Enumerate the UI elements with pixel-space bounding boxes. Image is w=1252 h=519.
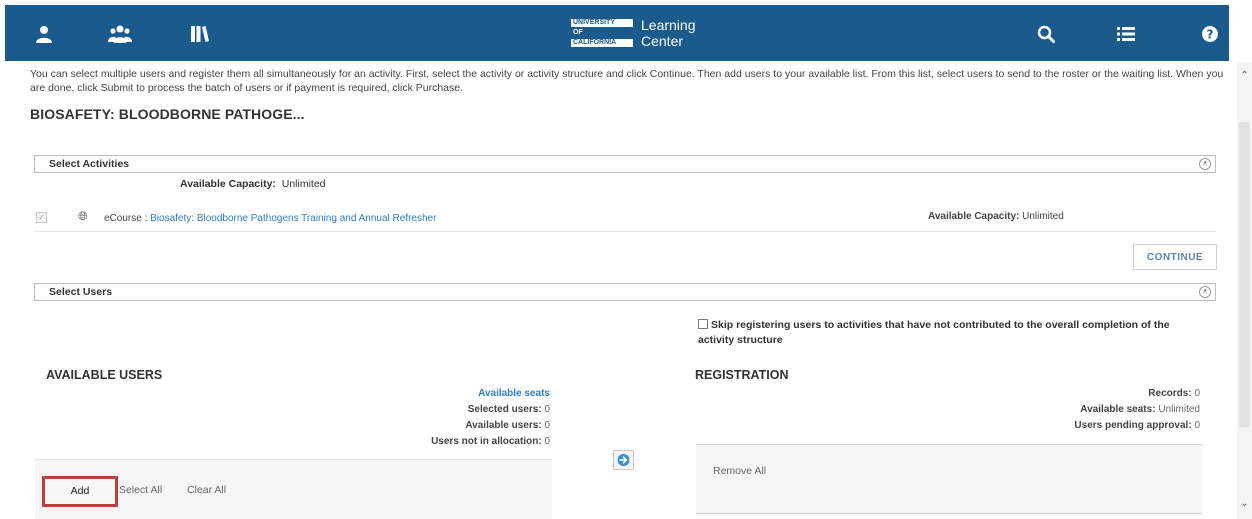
select-activities-header[interactable]: Select Activities ∧ <box>34 155 1216 173</box>
skip-checkbox[interactable] <box>698 319 708 329</box>
globe-icon: 🌐︎ <box>78 209 88 223</box>
users-group-icon[interactable] <box>107 21 133 47</box>
scroll-down-icon[interactable]: ⌄ <box>1238 498 1251 512</box>
clear-all-link[interactable]: Clear All <box>187 484 226 496</box>
page-title: BIOSAFETY: BLOODBORNE PATHOGE... <box>30 106 305 122</box>
help-icon[interactable]: ? <box>1197 21 1223 47</box>
section-label: Select Activities <box>49 158 130 170</box>
scrollbar-thumb[interactable] <box>1239 122 1250 427</box>
activity-label: eCourse : Biosafety: Bloodborne Pathogen… <box>104 213 437 224</box>
add-button[interactable]: Add <box>42 476 118 507</box>
svg-text:?: ? <box>1207 27 1214 41</box>
library-icon[interactable] <box>187 21 213 47</box>
skip-label: Skip registering users to activities tha… <box>698 319 1170 346</box>
collapse-icon[interactable]: ∧ <box>1199 286 1211 298</box>
university-of-california-logo: UNIVERSITY OF CALIFORNIA <box>571 19 633 47</box>
user-icon[interactable] <box>31 21 57 47</box>
registration-stats: Records: 0 Available seats: Unlimited Us… <box>1074 388 1200 431</box>
brand-title: Learning Center <box>641 17 696 49</box>
activity-row: ✓ 🌐︎ eCourse : Biosafety: Bloodborne Pat… <box>34 208 1216 232</box>
skip-registering-option[interactable]: Skip registering users to activities tha… <box>698 318 1208 348</box>
vertical-scrollbar[interactable]: ⌃ ⌄ <box>1237 62 1252 519</box>
top-navigation-bar: UNIVERSITY OF CALIFORNIA Learning Center… <box>5 5 1229 61</box>
remove-all-link[interactable]: Remove All <box>713 465 766 477</box>
activity-checkbox[interactable]: ✓ <box>36 212 47 223</box>
registration-panel <box>696 444 1202 514</box>
available-seats-link[interactable]: Available seats <box>478 388 550 399</box>
available-capacity: Available Capacity: Unlimited <box>180 178 326 190</box>
move-to-registration-button[interactable] <box>613 450 634 470</box>
select-all-link[interactable]: Select All <box>119 484 162 496</box>
registration-heading: REGISTRATION <box>695 368 789 382</box>
list-icon[interactable] <box>1113 21 1139 47</box>
available-users-stats: Available seats Selected users: 0 Availa… <box>431 388 550 447</box>
select-users-header[interactable]: Select Users ∧ <box>34 283 1216 301</box>
activity-link[interactable]: Biosafety: Bloodborne Pathogens Training… <box>150 213 436 224</box>
continue-button[interactable]: CONTINUE <box>1133 244 1217 270</box>
instructions-text: You can select multiple users and regist… <box>30 68 1224 94</box>
scroll-up-icon[interactable]: ⌃ <box>1238 70 1251 84</box>
section-label: Select Users <box>49 286 113 298</box>
collapse-icon[interactable]: ∧ <box>1199 158 1211 170</box>
search-icon[interactable] <box>1033 21 1059 47</box>
activity-capacity: Available Capacity: Unlimited <box>928 211 1064 222</box>
arrow-right-icon <box>617 454 630 466</box>
available-users-heading: AVAILABLE USERS <box>46 368 163 382</box>
brand[interactable]: UNIVERSITY OF CALIFORNIA Learning Center <box>571 14 696 52</box>
